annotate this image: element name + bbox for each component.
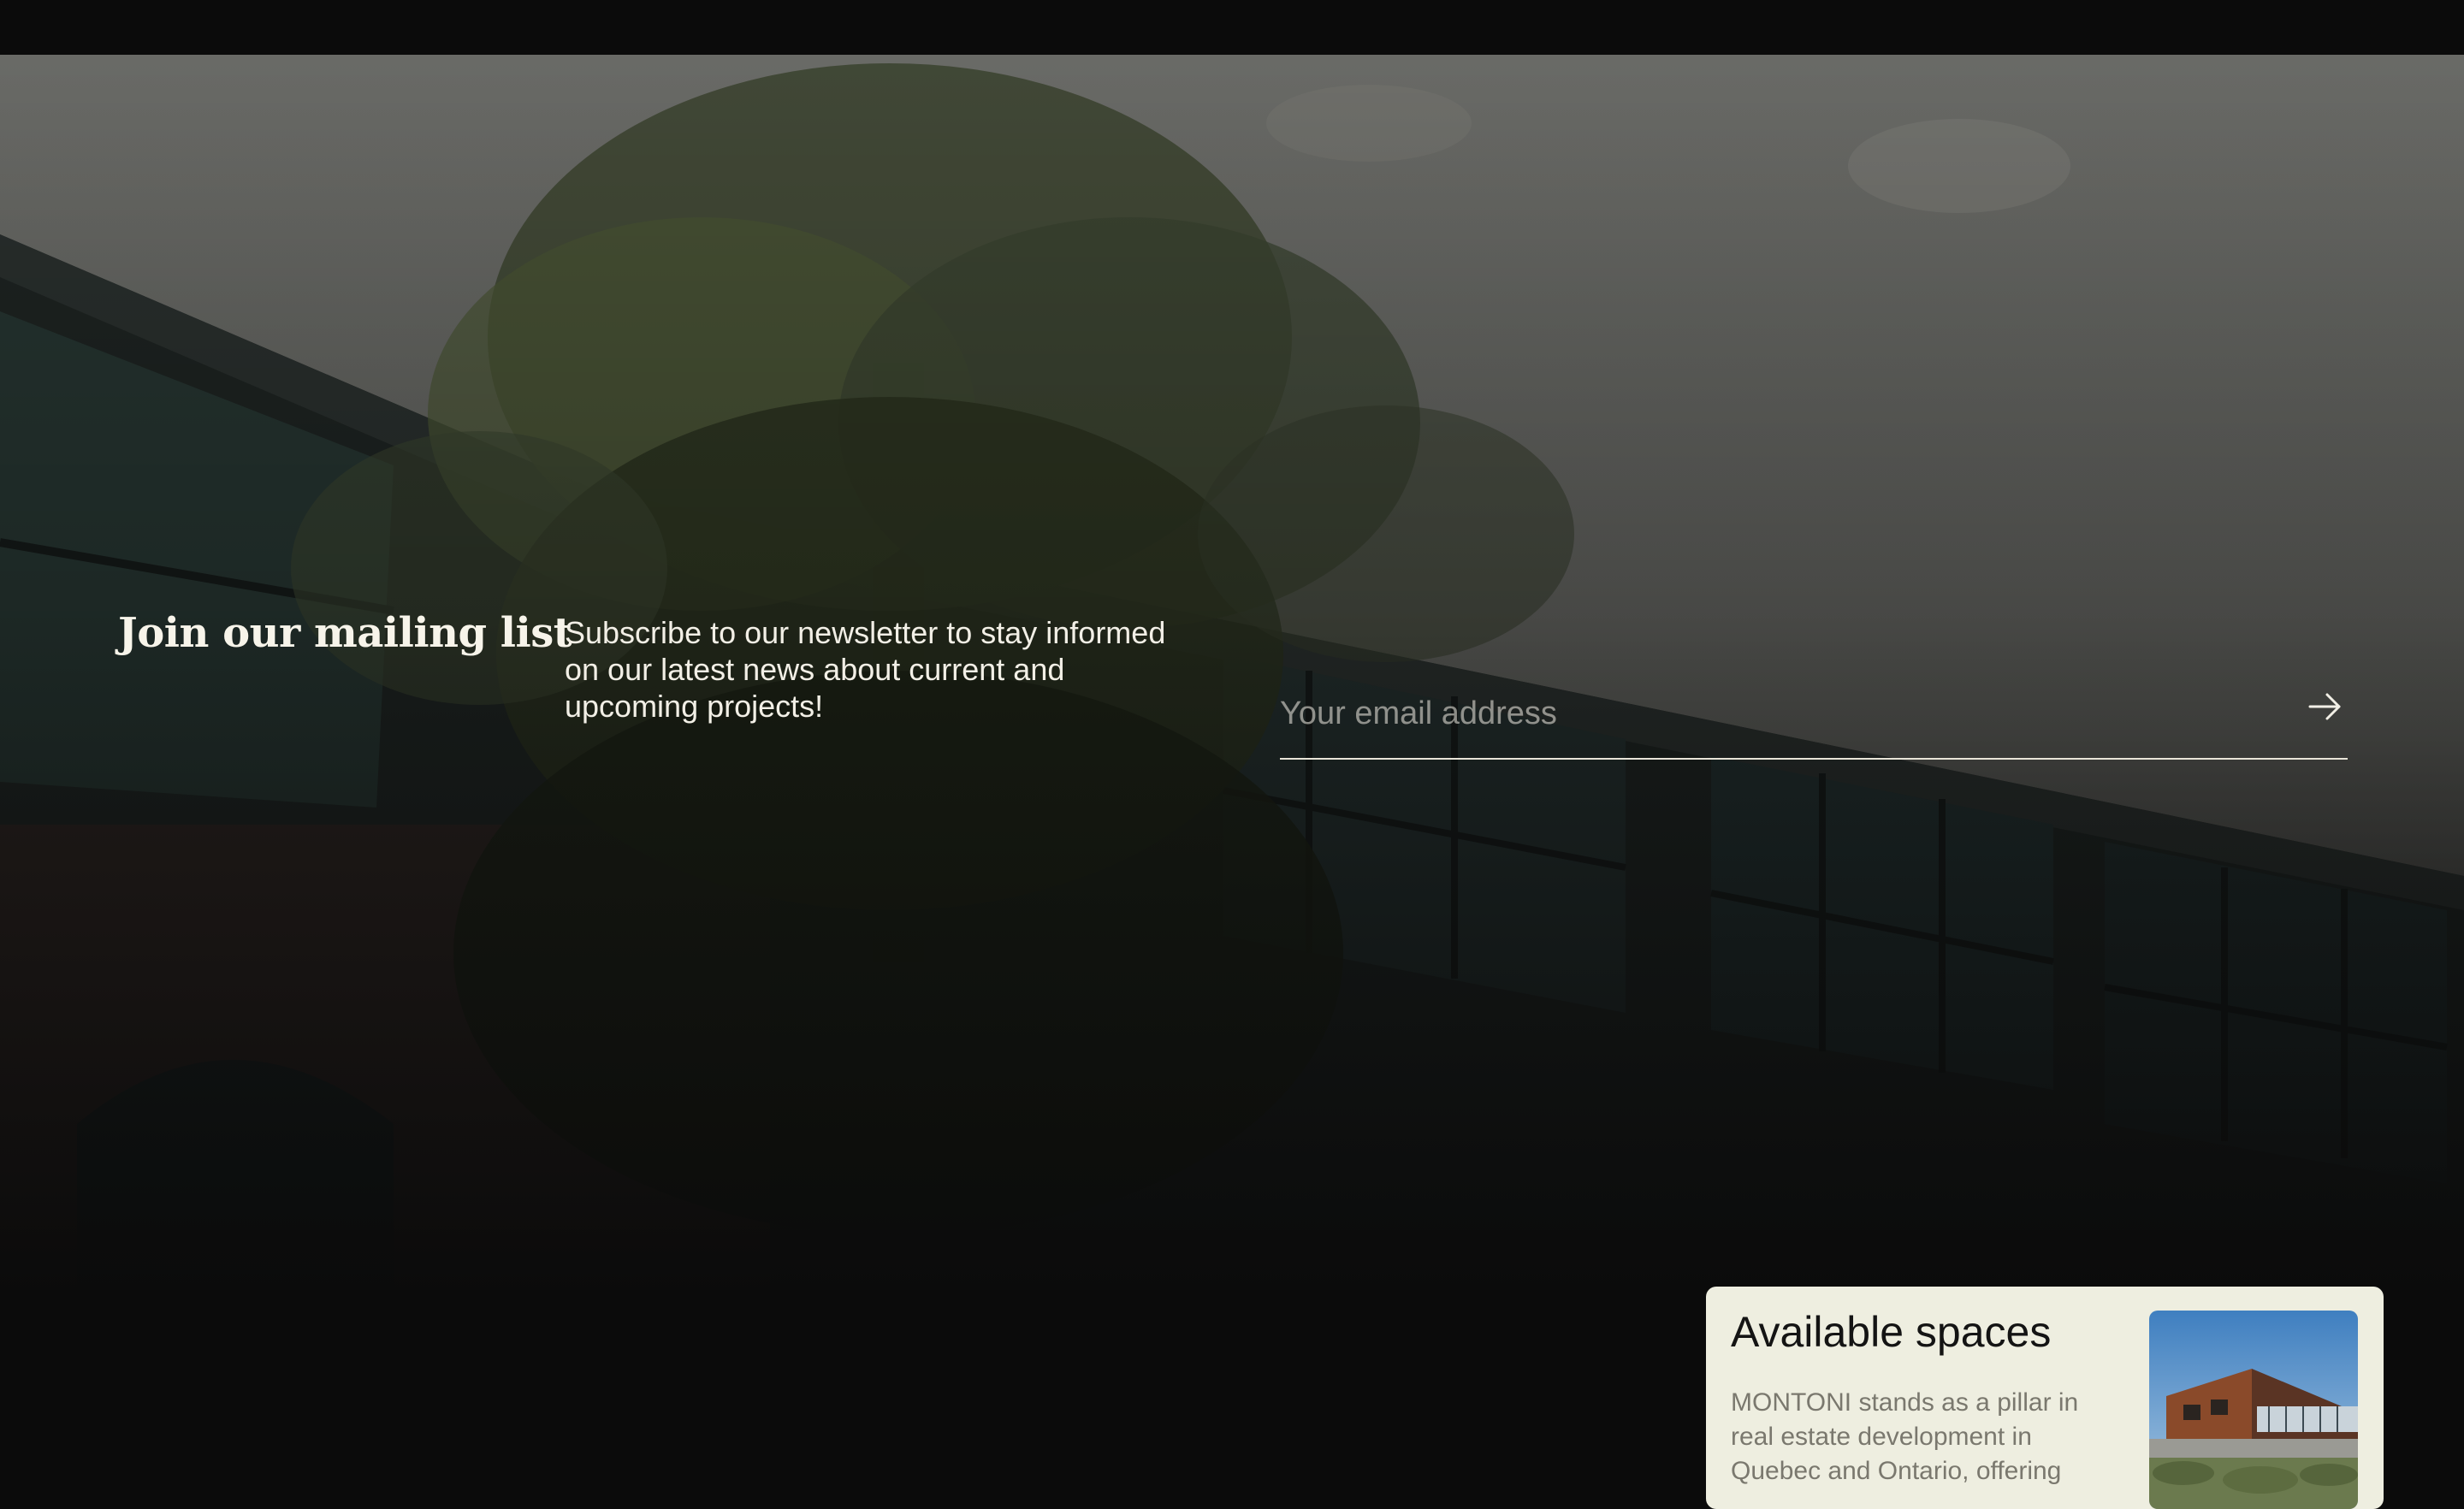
- top-bar: [0, 0, 2464, 55]
- email-underline: [1280, 758, 2348, 760]
- newsletter-hero: Join our mailing list Subscribe to our n…: [0, 55, 2464, 1295]
- mailing-list-section: Join our mailing list Subscribe to our n…: [0, 55, 2464, 1295]
- arrow-right-icon: [2308, 693, 2341, 720]
- submit-button[interactable]: [2303, 684, 2348, 729]
- email-input[interactable]: [1280, 671, 2255, 756]
- card-title: Available spaces: [1731, 1308, 2052, 1356]
- newsletter-form: [1280, 671, 2348, 760]
- mailing-list-description: Subscribe to our newsletter to stay info…: [565, 615, 1166, 724]
- available-spaces-card[interactable]: Available spaces MONTONI stands as a pil…: [1706, 1287, 2384, 1509]
- card-description: MONTONI stands as a pillar in real estat…: [1731, 1388, 2079, 1485]
- mailing-list-title: Join our mailing list: [118, 609, 572, 657]
- building-thumbnail: [2149, 1311, 2358, 1509]
